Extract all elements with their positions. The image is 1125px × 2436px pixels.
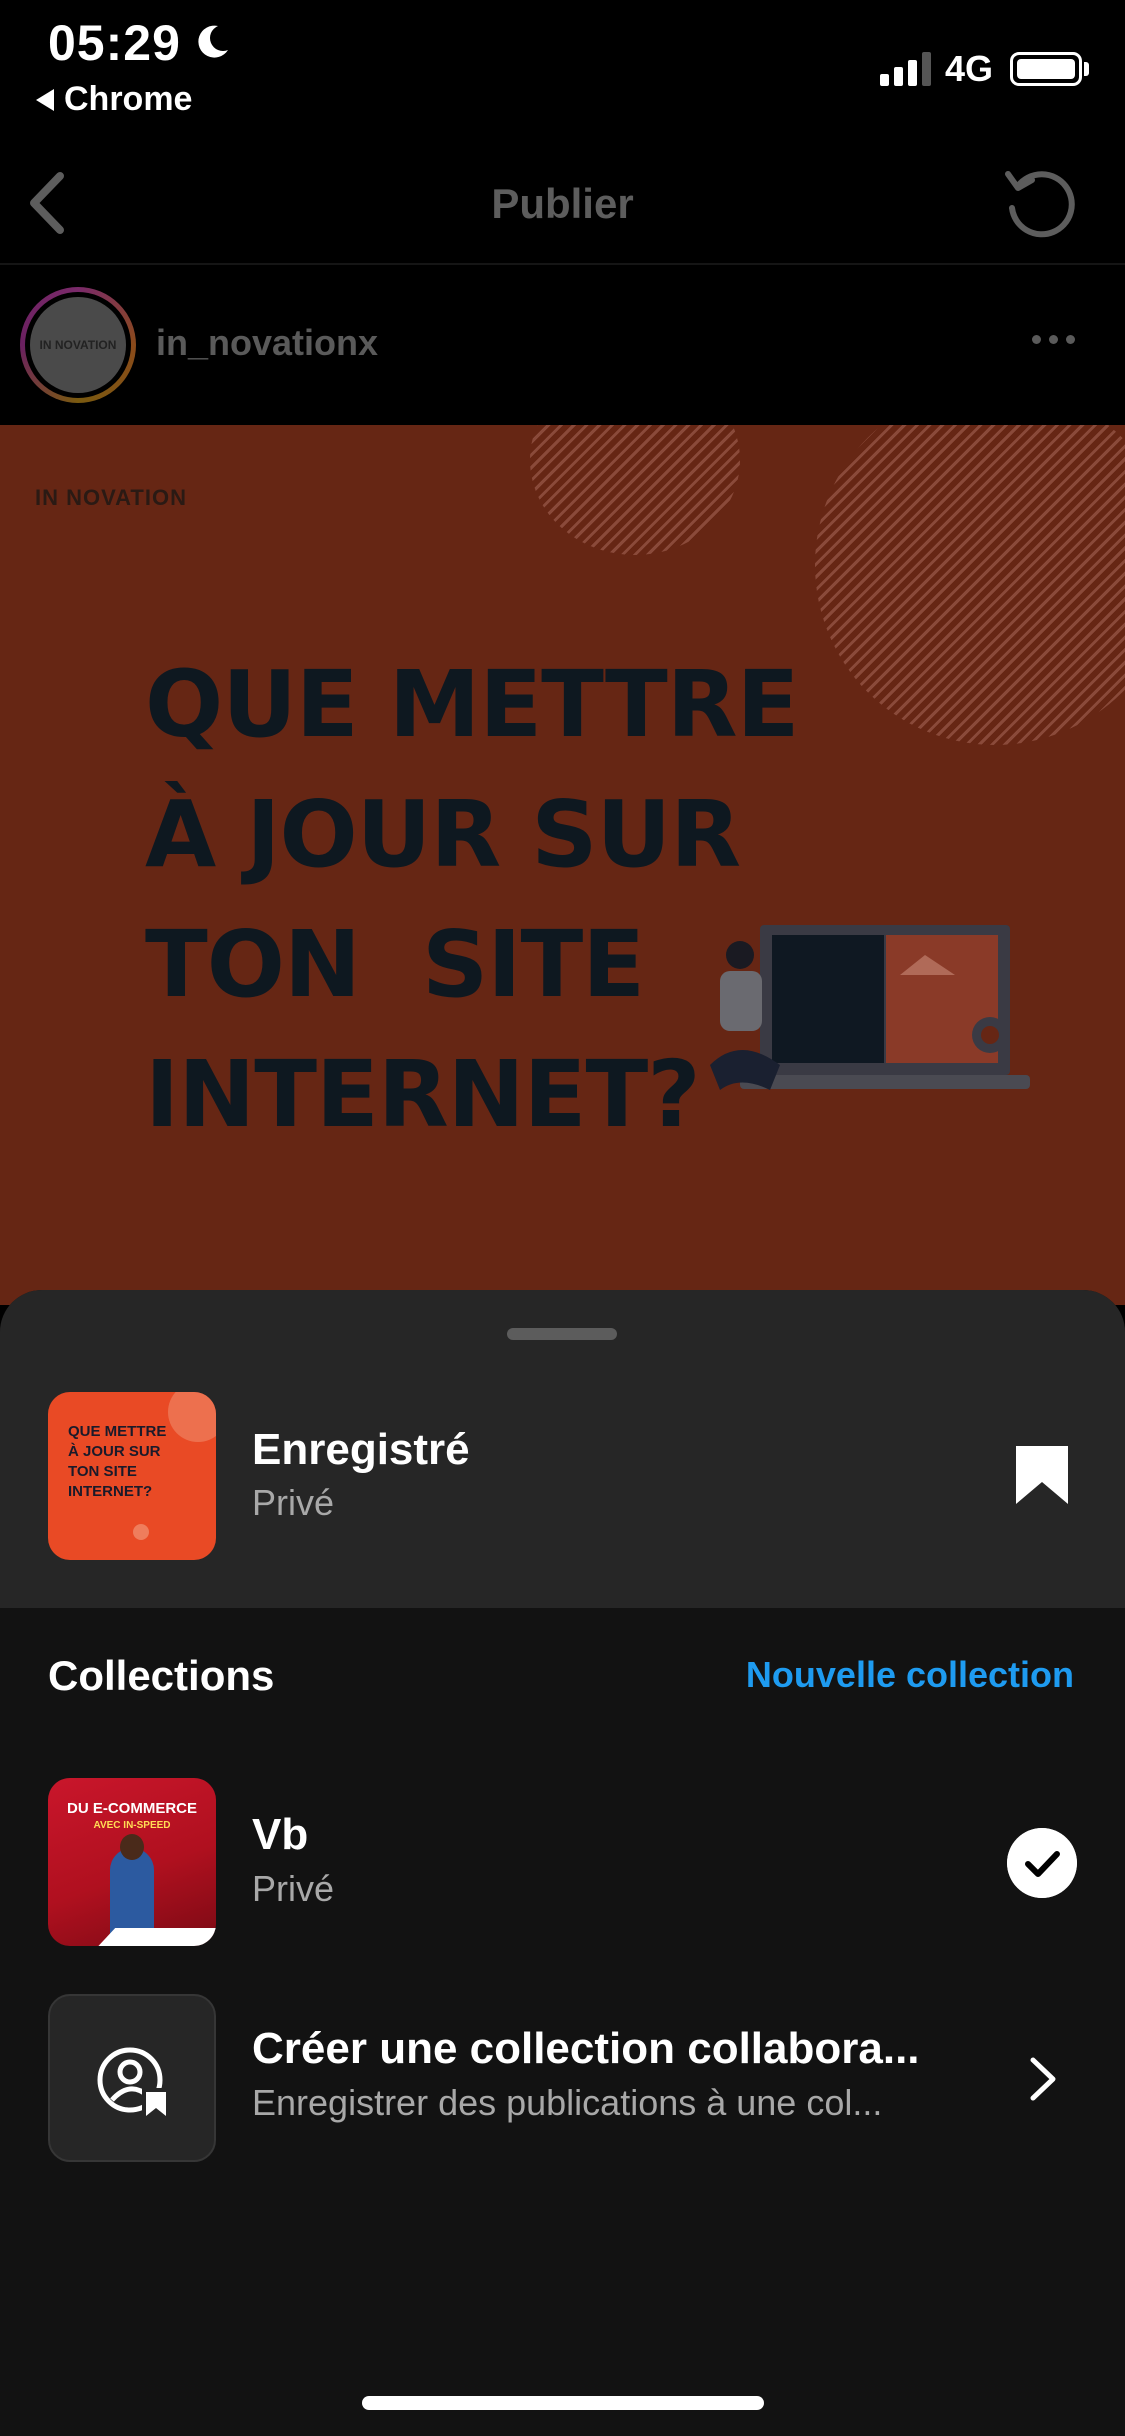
thumbnail-line: DU E-COMMERCE xyxy=(67,1800,197,1817)
new-collection-button[interactable]: Nouvelle collection xyxy=(746,1654,1074,1696)
collection-item-vb[interactable]: DU E-COMMERCE AVEC IN-SPEED Vb Privé xyxy=(0,1778,1125,1948)
decorative-circle xyxy=(530,425,740,555)
headline-line: À JOUR SUR xyxy=(145,781,741,888)
status-bar: 05:29 Chrome 4G xyxy=(0,0,1125,140)
more-horizontal-icon[interactable] xyxy=(1032,335,1075,344)
create-collaborative-collection[interactable]: Créer une collection collabora... Enregi… xyxy=(0,1994,1125,2164)
home-indicator[interactable] xyxy=(362,2396,764,2410)
post-image: IN NOVATION QUE METTRE À JOUR SUR TON SI… xyxy=(0,425,1125,1305)
post-nav-bar: Publier xyxy=(0,140,1125,265)
post-author-row: IN NOVATION in_novationx xyxy=(0,267,1125,425)
saved-header: QUE METTRE À JOUR SUR TON SITE INTERNET?… xyxy=(0,1290,1125,1608)
collection-title: Créer une collection collabora... xyxy=(252,2024,920,2073)
saved-post-thumbnail: QUE METTRE À JOUR SUR TON SITE INTERNET? xyxy=(48,1392,216,1560)
avatar[interactable]: IN NOVATION xyxy=(20,287,136,403)
collaborative-collection-icon xyxy=(97,2047,168,2116)
collection-title: Vb xyxy=(252,1810,309,1859)
moon-icon xyxy=(198,25,228,58)
post-logo: IN NOVATION xyxy=(35,485,187,510)
refresh-icon[interactable] xyxy=(1000,164,1080,244)
collaborative-thumbnail xyxy=(48,1994,216,2162)
collection-description: Enregistrer des publications à une col..… xyxy=(252,2082,883,2123)
saved-title: Enregistré xyxy=(252,1425,470,1474)
headline-line: QUE METTRE xyxy=(145,651,799,758)
status-time: 05:29 xyxy=(48,15,181,71)
battery-cap xyxy=(1084,62,1089,76)
chevron-right-icon[interactable] xyxy=(1025,2056,1059,2102)
thumbnail-text: QUE METTRE À JOUR SUR TON SITE INTERNET? xyxy=(68,1423,167,1500)
decorative-circle xyxy=(815,425,1125,745)
collection-thumbnail: DU E-COMMERCE AVEC IN-SPEED xyxy=(48,1778,216,1946)
collection-privacy: Privé xyxy=(252,1868,335,1909)
page-title: Publier xyxy=(491,180,634,227)
collections-heading: Collections xyxy=(48,1652,275,1699)
back-to-app-link[interactable]: Chrome xyxy=(36,80,192,119)
back-app-label: Chrome xyxy=(64,80,193,118)
network-type: 4G xyxy=(945,48,994,89)
thumbnail-line: AVEC IN-SPEED xyxy=(93,1820,171,1831)
avatar-label: IN NOVATION xyxy=(30,297,126,393)
saved-privacy: Privé xyxy=(252,1482,335,1523)
check-circle-icon[interactable] xyxy=(1007,1828,1077,1898)
back-triangle-icon xyxy=(36,88,54,111)
save-to-collection-sheet: QUE METTRE À JOUR SUR TON SITE INTERNET?… xyxy=(0,1290,1125,2436)
cellular-signal-icon xyxy=(880,52,931,86)
sheet-grabber[interactable] xyxy=(507,1328,617,1340)
battery-icon xyxy=(1010,52,1082,86)
bookmark-filled-icon[interactable] xyxy=(1014,1444,1070,1506)
author-username[interactable]: in_novationx xyxy=(156,322,378,364)
laptop-illustration-icon xyxy=(710,925,1030,1090)
